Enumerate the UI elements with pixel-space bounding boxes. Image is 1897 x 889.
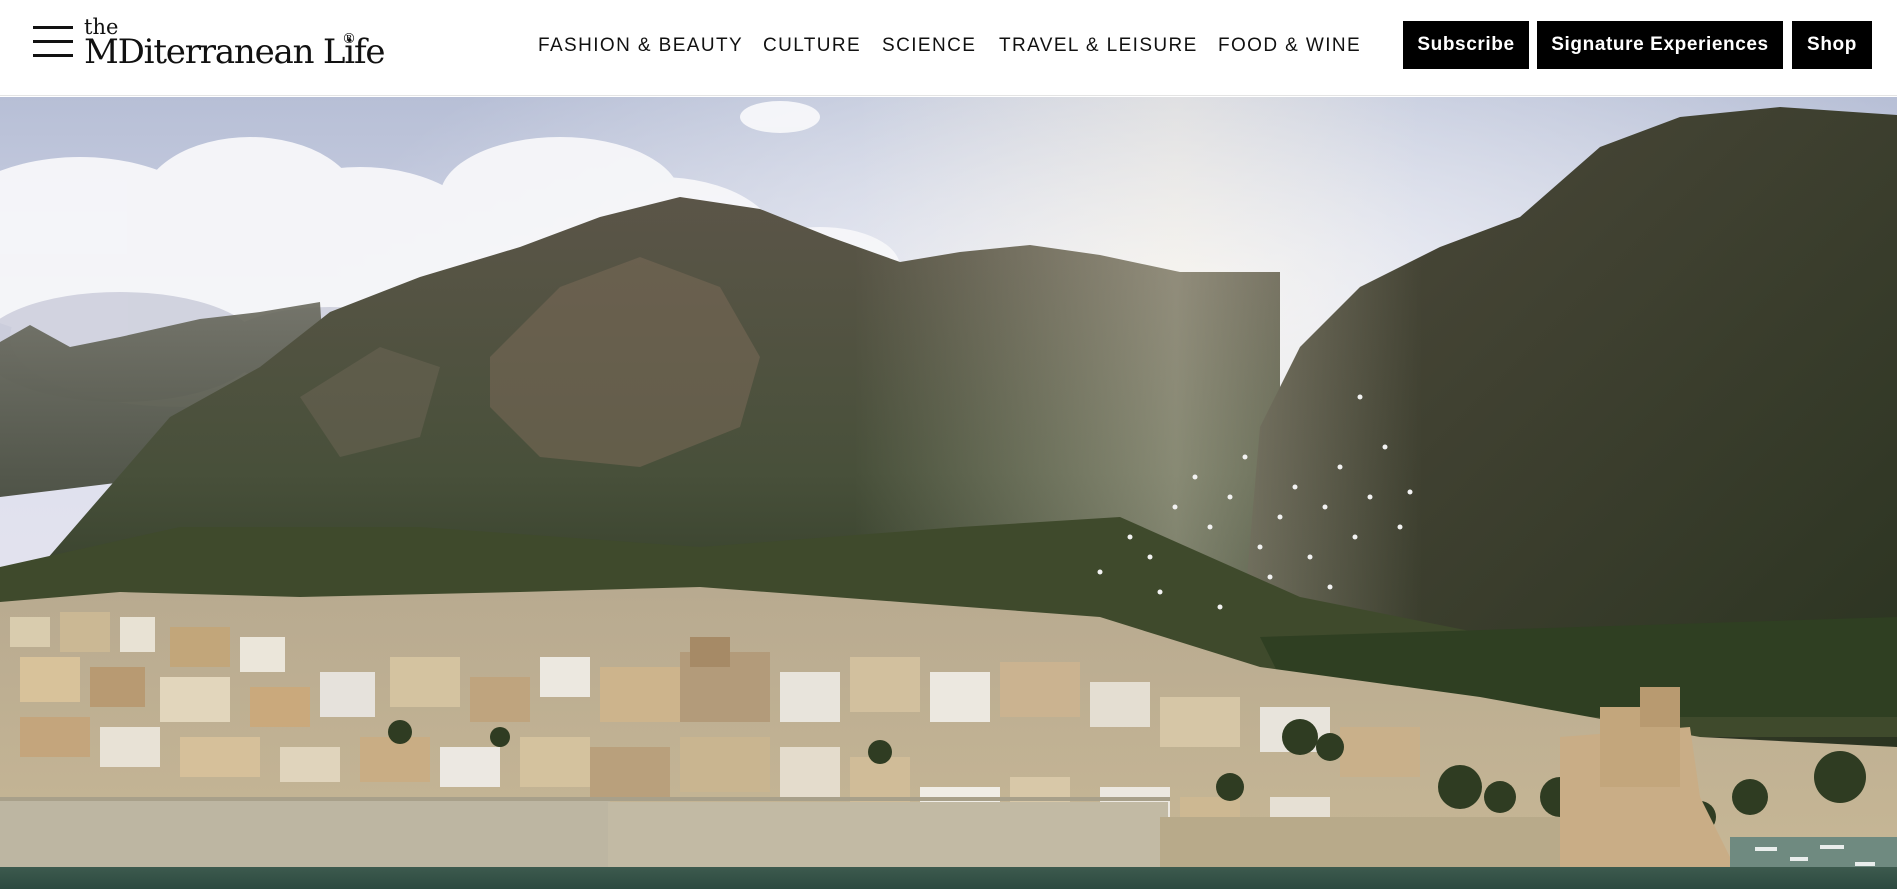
- hero-image: [0, 97, 1897, 889]
- nav-culture[interactable]: CULTURE: [763, 34, 861, 58]
- hero-landscape-illustration: [0, 97, 1897, 889]
- site-header: the MDiterranean Life ® FASHION & BEAUTY…: [0, 0, 1897, 96]
- main-navigation: FASHION & BEAUTY CULTURE SCIENCE TRAVEL …: [0, 0, 1400, 96]
- shop-button[interactable]: Shop: [1792, 21, 1872, 69]
- signature-experiences-button[interactable]: Signature Experiences: [1537, 21, 1783, 69]
- nav-food-wine[interactable]: FOOD & WINE: [1218, 34, 1361, 58]
- subscribe-button[interactable]: Subscribe: [1403, 21, 1529, 69]
- nav-science[interactable]: SCIENCE: [882, 34, 976, 58]
- nav-travel-leisure[interactable]: TRAVEL & LEISURE: [999, 34, 1198, 58]
- nav-fashion-beauty[interactable]: FASHION & BEAUTY: [538, 34, 743, 58]
